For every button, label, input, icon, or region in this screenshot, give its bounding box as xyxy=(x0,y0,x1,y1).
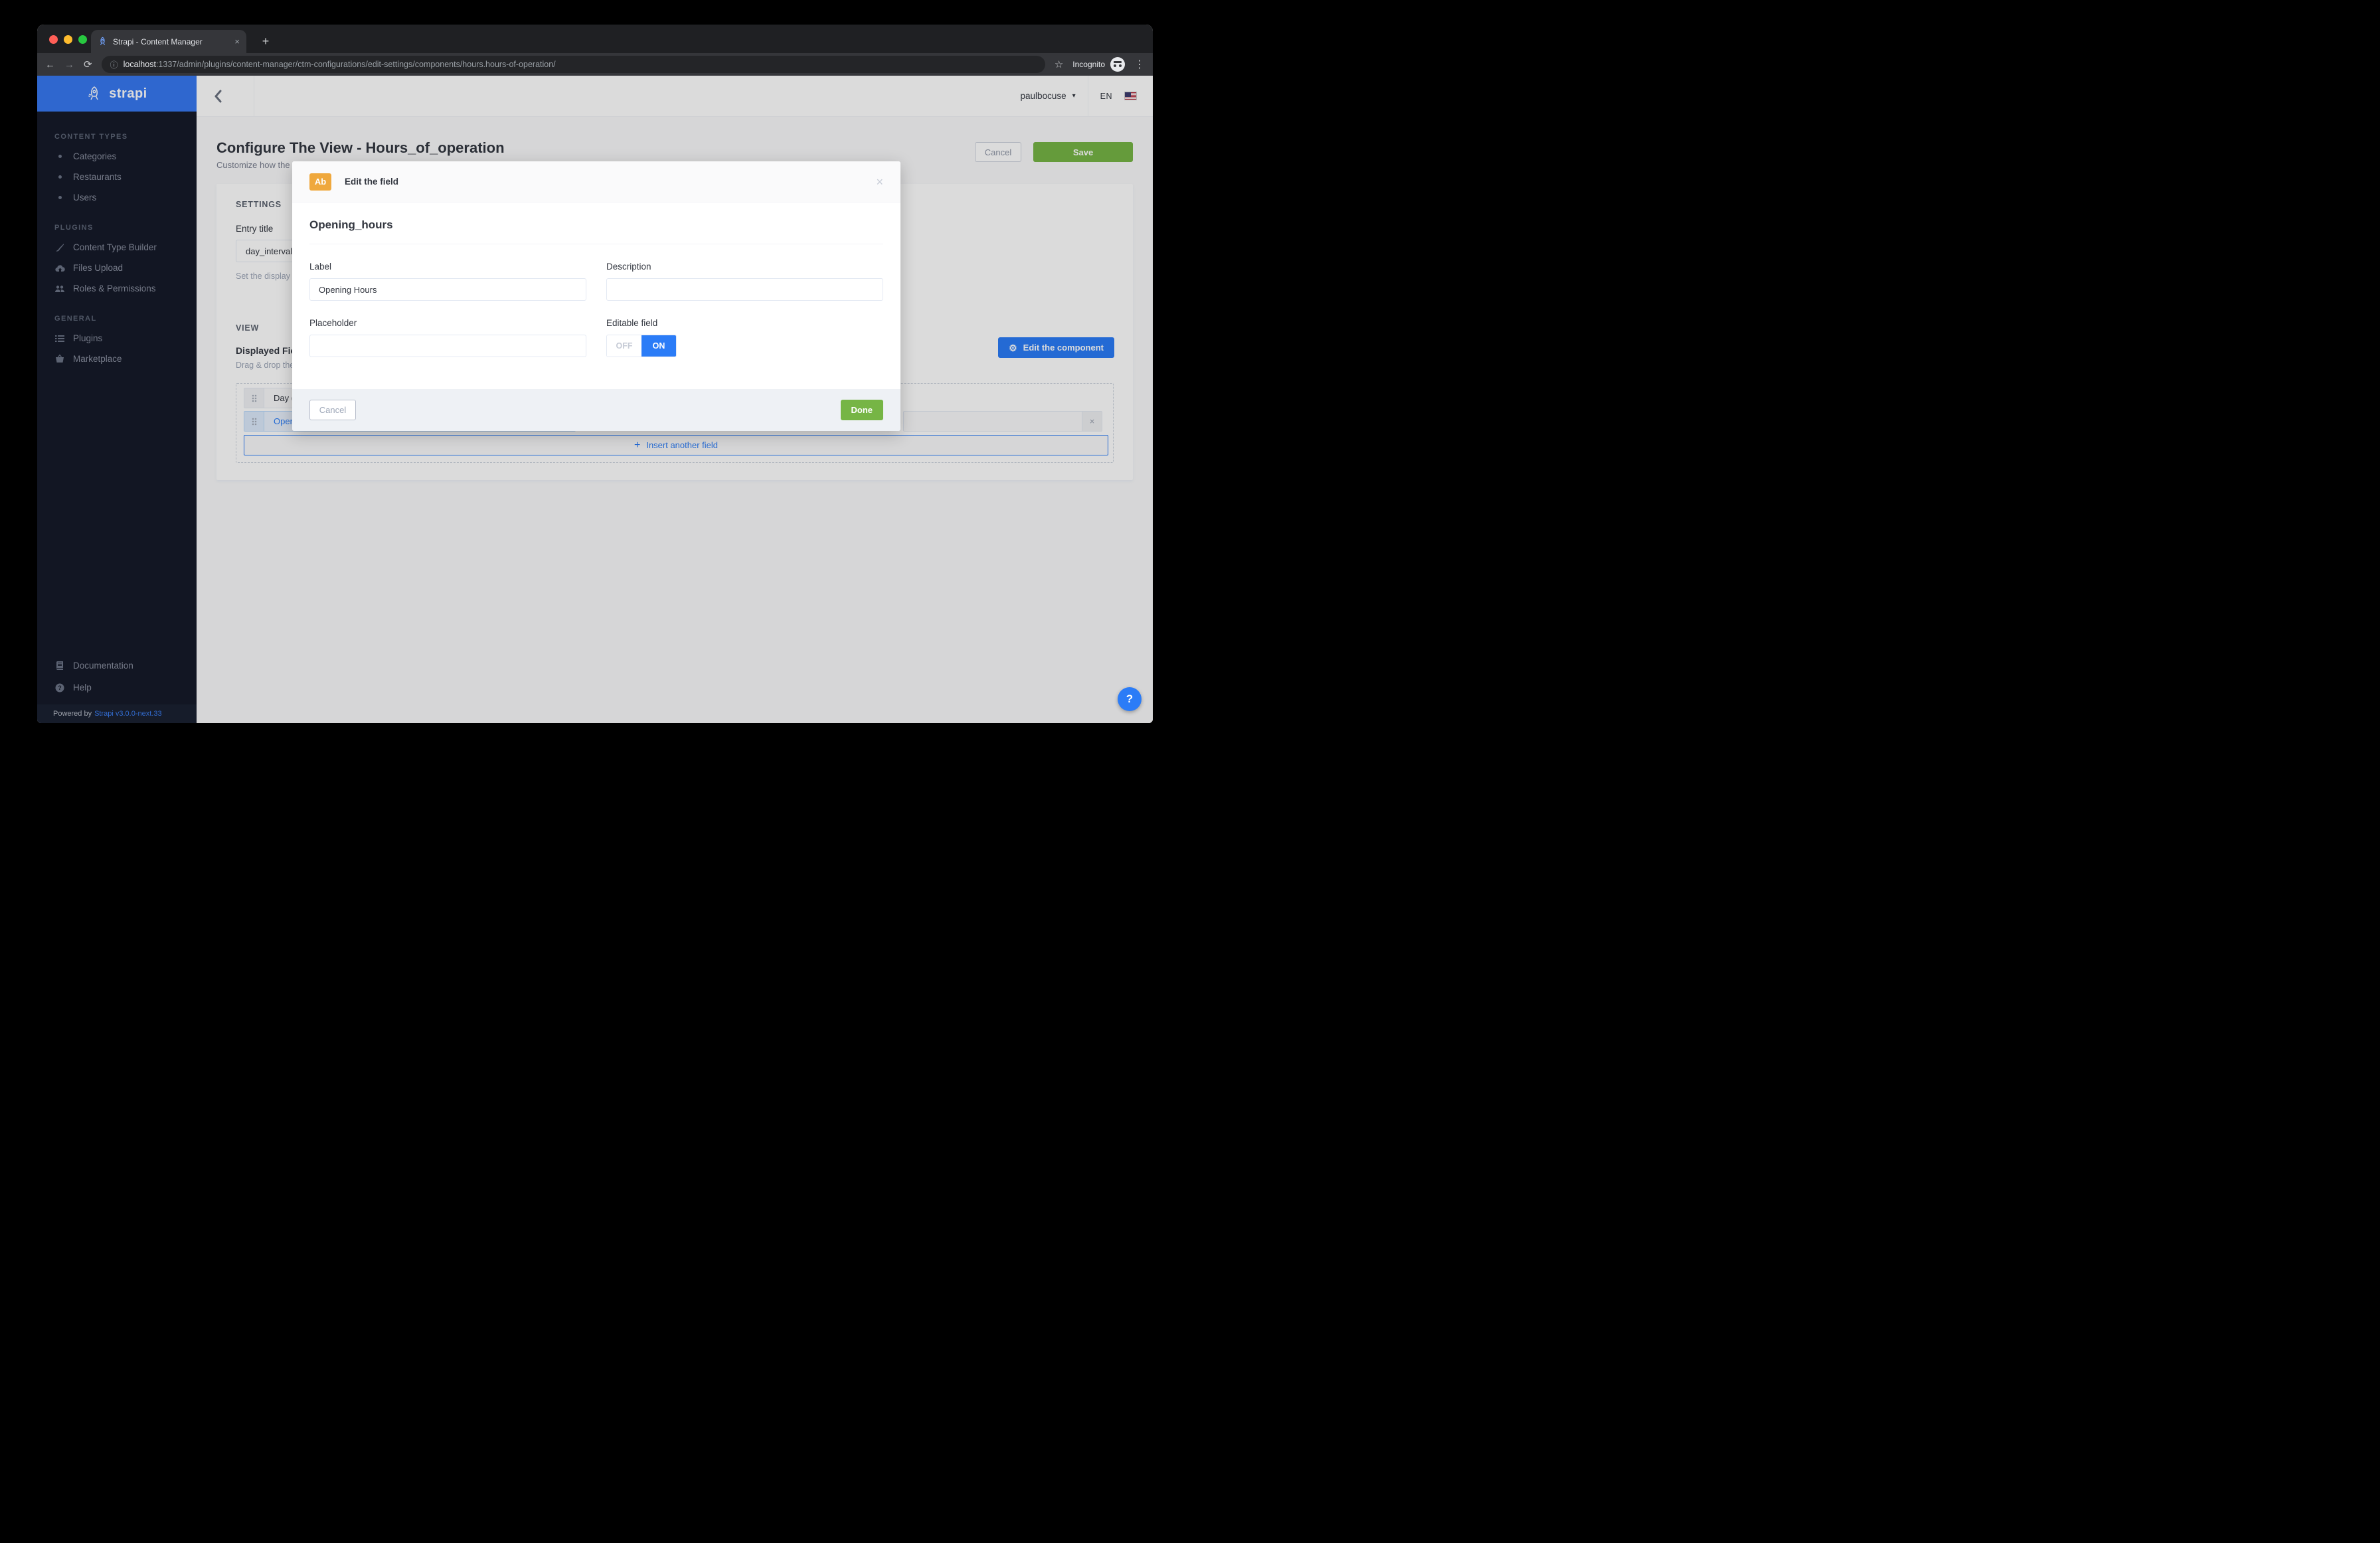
browser-menu-icon[interactable]: ⋮ xyxy=(1134,58,1145,71)
bookmark-star-icon[interactable]: ☆ xyxy=(1055,58,1063,70)
strapi-app: strapi CONTENT TYPES Categories Restaura… xyxy=(37,76,1153,723)
modal-body: Opening_hours Label Description Placehol… xyxy=(292,203,900,389)
close-icon[interactable]: × xyxy=(876,176,883,188)
screen: Strapi - Content Manager × + ← → ⟳ ⓘ loc… xyxy=(0,0,1190,772)
editable-field-label: Editable field xyxy=(606,318,883,328)
toggle-on[interactable]: ON xyxy=(641,335,676,357)
description-field-label: Description xyxy=(606,262,883,272)
back-icon[interactable]: ← xyxy=(45,60,55,70)
incognito-indicator: Incognito xyxy=(1072,57,1125,72)
modal-footer: Cancel Done xyxy=(292,389,900,431)
url-text: localhost:1337/admin/plugins/content-man… xyxy=(124,60,556,69)
traffic-lights xyxy=(49,35,87,44)
placeholder-input[interactable] xyxy=(309,335,586,357)
close-window-icon[interactable] xyxy=(49,35,58,44)
new-tab-icon[interactable]: + xyxy=(258,35,274,48)
label-input[interactable] xyxy=(309,278,586,301)
tab-close-icon[interactable]: × xyxy=(234,37,240,46)
field-name-heading: Opening_hours xyxy=(309,218,883,232)
maximize-window-icon[interactable] xyxy=(78,35,87,44)
incognito-icon xyxy=(1110,57,1125,72)
url-path: :1337/admin/plugins/content-manager/ctm-… xyxy=(156,60,556,69)
modal-title: Edit the field xyxy=(345,177,398,187)
browser-tab[interactable]: Strapi - Content Manager × xyxy=(91,30,246,53)
done-button[interactable]: Done xyxy=(841,400,884,420)
edit-field-modal: Ab Edit the field × Opening_hours Label … xyxy=(292,161,900,431)
toggle-off[interactable]: OFF xyxy=(607,335,641,357)
incognito-label: Incognito xyxy=(1072,60,1105,69)
modal-cancel-button[interactable]: Cancel xyxy=(309,400,356,420)
placeholder-field-label: Placeholder xyxy=(309,318,586,328)
description-input[interactable] xyxy=(606,278,883,301)
site-info-icon[interactable]: ⓘ xyxy=(110,59,118,70)
url-bar[interactable]: ⓘ localhost:1337/admin/plugins/content-m… xyxy=(102,56,1045,73)
url-host: localhost xyxy=(124,60,156,69)
strapi-favicon-icon xyxy=(98,37,108,46)
refresh-icon[interactable]: ⟳ xyxy=(84,60,92,70)
tab-title: Strapi - Content Manager xyxy=(113,37,229,46)
minimize-window-icon[interactable] xyxy=(64,35,72,44)
browser-tabbar: Strapi - Content Manager × + xyxy=(37,25,1153,53)
label-field-label: Label xyxy=(309,262,586,272)
help-button[interactable]: ? xyxy=(1118,687,1142,711)
editable-toggle[interactable]: OFF ON xyxy=(606,335,677,357)
browser-window: Strapi - Content Manager × + ← → ⟳ ⓘ loc… xyxy=(37,25,1153,723)
forward-icon[interactable]: → xyxy=(64,60,74,70)
browser-toolbar: ← → ⟳ ⓘ localhost:1337/admin/plugins/con… xyxy=(37,53,1153,76)
text-field-type-badge: Ab xyxy=(309,173,331,191)
modal-header: Ab Edit the field × xyxy=(292,161,900,203)
